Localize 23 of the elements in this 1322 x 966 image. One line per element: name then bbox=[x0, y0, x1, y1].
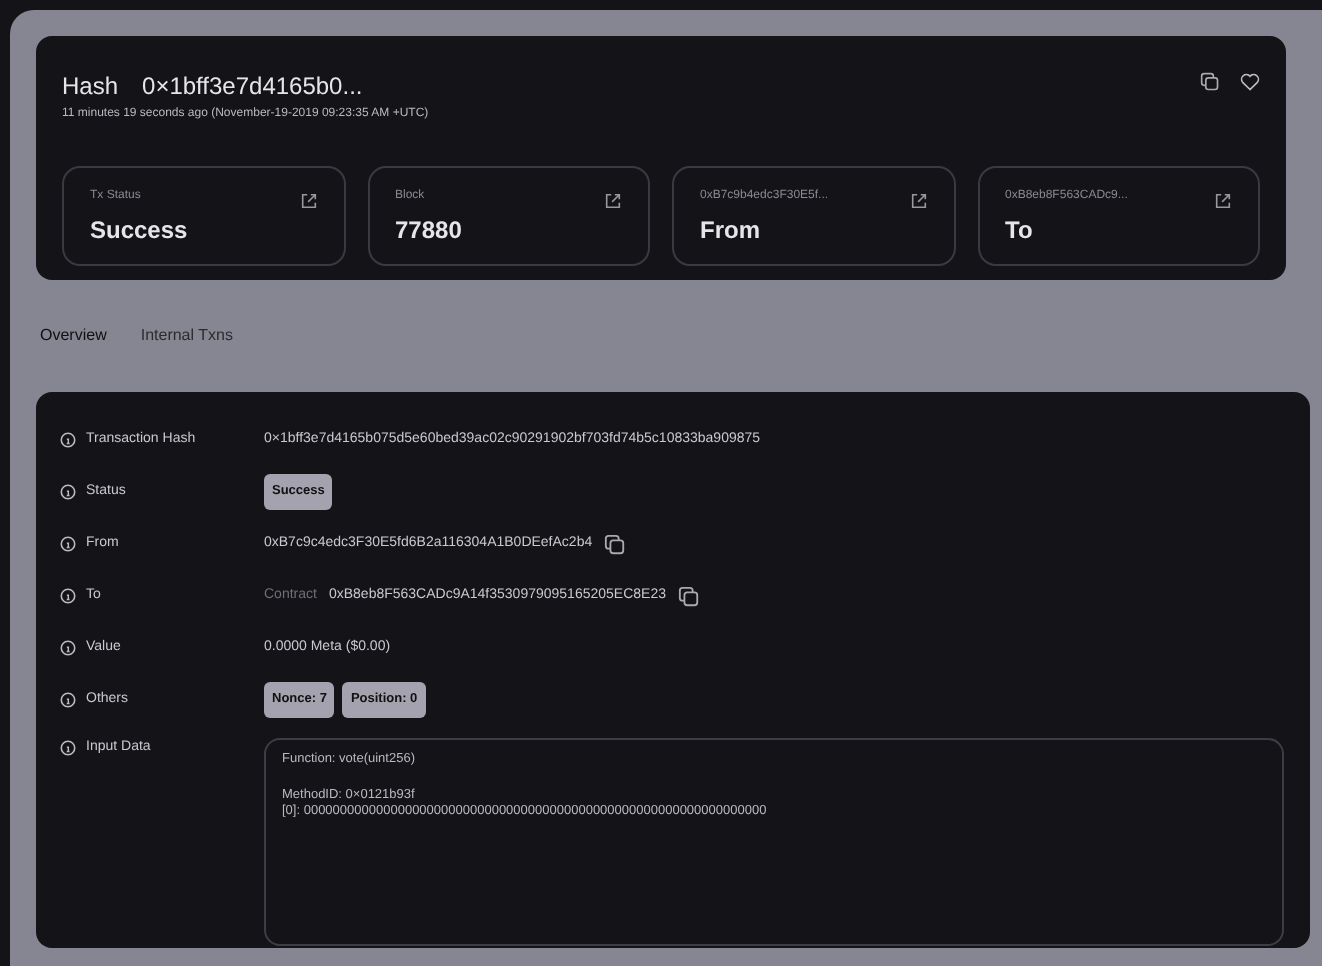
copy-icon[interactable] bbox=[1200, 72, 1220, 92]
info-icon bbox=[60, 740, 76, 757]
info-icon bbox=[60, 588, 76, 604]
external-link-icon[interactable] bbox=[299, 192, 317, 210]
info-icon bbox=[60, 484, 76, 500]
card-value: 77880 bbox=[395, 214, 462, 248]
card-value: From bbox=[700, 214, 762, 248]
hash-value: 0×1bff3e7d4165b0... bbox=[142, 70, 363, 104]
tab[interactable]: Overview bbox=[40, 324, 107, 348]
tab[interactable]: Internal Txns bbox=[140, 324, 233, 348]
info-icon bbox=[60, 536, 76, 552]
info-icon bbox=[60, 640, 76, 656]
external-link-icon[interactable] bbox=[604, 192, 622, 210]
external-link-icon[interactable] bbox=[1214, 192, 1232, 210]
copy-icon[interactable] bbox=[678, 585, 700, 607]
external-link-icon[interactable] bbox=[909, 192, 927, 210]
info-icon bbox=[60, 692, 76, 708]
hash-label: Hash bbox=[62, 70, 119, 104]
heart-icon[interactable] bbox=[1240, 72, 1260, 92]
copy-icon[interactable] bbox=[604, 533, 627, 555]
info-icon bbox=[60, 432, 76, 448]
card-value: To bbox=[1005, 214, 1035, 248]
card-value: Success bbox=[90, 214, 188, 248]
